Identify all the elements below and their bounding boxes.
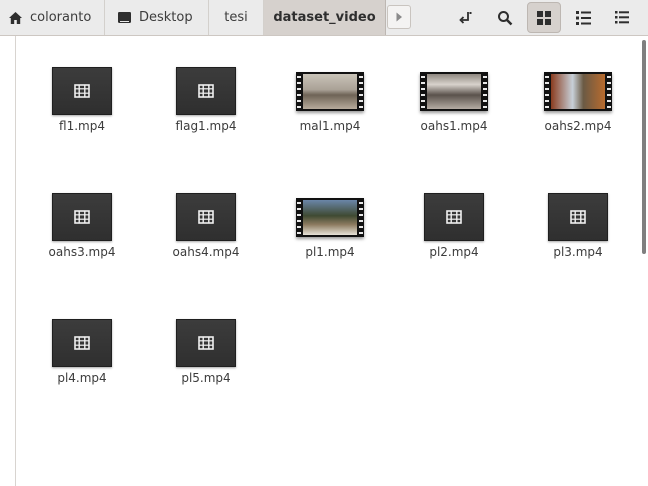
vertical-scrollbar[interactable] — [642, 40, 646, 254]
filmstrip-perforation — [421, 73, 425, 109]
filmstrip-perforation — [359, 73, 363, 109]
home-icon — [8, 11, 23, 25]
video-file-icon — [176, 193, 236, 241]
video-preview-thumbnail — [544, 71, 612, 111]
menu-button[interactable] — [605, 2, 639, 33]
filmstrip-perforation — [483, 73, 487, 109]
file-thumbnail — [399, 62, 509, 120]
file-thumbnail — [151, 314, 261, 372]
filmstrip-perforation — [607, 73, 611, 109]
file-item[interactable]: oahs3.mp4 — [27, 188, 137, 298]
video-file-icon — [424, 193, 484, 241]
film-icon — [198, 210, 214, 224]
film-icon — [446, 210, 462, 224]
filmstrip-perforation — [545, 73, 549, 109]
header-bar: coloranto Desktop tesi dataset_video — [0, 0, 648, 36]
file-item[interactable]: oahs4.mp4 — [151, 188, 261, 298]
video-file-icon — [176, 319, 236, 367]
breadcrumb-label: dataset_video — [273, 10, 376, 25]
breadcrumb-label: Desktop — [139, 10, 193, 25]
open-location-icon — [457, 10, 473, 26]
breadcrumb-forward-button[interactable] — [387, 5, 411, 29]
video-frame — [303, 199, 357, 235]
file-name: pl1.mp4 — [305, 245, 355, 259]
grid-view-icon — [537, 10, 551, 25]
filmstrip-perforation — [359, 199, 363, 235]
file-name: fl1.mp4 — [59, 119, 105, 133]
file-item[interactable]: pl4.mp4 — [27, 314, 137, 424]
list-view-icon — [575, 10, 591, 25]
film-icon — [198, 336, 214, 350]
breadcrumb-current-folder[interactable]: dataset_video — [264, 0, 386, 35]
video-file-icon — [52, 193, 112, 241]
video-frame — [427, 73, 481, 109]
open-location-button[interactable] — [448, 2, 482, 33]
file-thumbnail — [523, 62, 633, 120]
file-name: oahs2.mp4 — [544, 119, 612, 133]
file-thumbnail — [27, 188, 137, 246]
video-frame — [551, 73, 605, 109]
file-item[interactable]: pl3.mp4 — [523, 188, 633, 298]
video-preview-thumbnail — [296, 71, 364, 111]
file-name: pl5.mp4 — [181, 371, 231, 385]
film-icon — [74, 84, 90, 98]
file-item[interactable]: pl5.mp4 — [151, 314, 261, 424]
file-name: pl3.mp4 — [553, 245, 603, 259]
breadcrumb-label: tesi — [224, 10, 248, 25]
film-icon — [198, 84, 214, 98]
file-thumbnail — [523, 188, 633, 246]
file-item[interactable]: oahs2.mp4 — [523, 62, 633, 172]
grid-view-button[interactable] — [527, 2, 561, 33]
film-icon — [74, 336, 90, 350]
file-thumbnail — [275, 188, 385, 246]
search-icon — [497, 10, 513, 26]
video-file-icon — [548, 193, 608, 241]
file-item[interactable]: pl2.mp4 — [399, 188, 509, 298]
file-thumbnail — [151, 62, 261, 120]
video-file-icon — [52, 319, 112, 367]
file-name: oahs4.mp4 — [172, 245, 240, 259]
file-item[interactable]: pl1.mp4 — [275, 188, 385, 298]
file-thumbnail — [399, 188, 509, 246]
breadcrumb-desktop[interactable]: Desktop — [105, 0, 209, 35]
file-name: oahs3.mp4 — [48, 245, 116, 259]
file-item[interactable]: flag1.mp4 — [151, 62, 261, 172]
file-name: pl2.mp4 — [429, 245, 479, 259]
video-file-icon — [52, 67, 112, 115]
file-name: mal1.mp4 — [299, 119, 361, 133]
filmstrip-perforation — [297, 73, 301, 109]
file-name: oahs1.mp4 — [420, 119, 488, 133]
file-item[interactable]: fl1.mp4 — [27, 62, 137, 172]
chevron-right-icon — [395, 12, 403, 22]
file-thumbnail — [27, 62, 137, 120]
file-thumbnail — [151, 188, 261, 246]
file-thumbnail — [275, 62, 385, 120]
breadcrumb-label: coloranto — [30, 10, 92, 25]
filmstrip-perforation — [297, 199, 301, 235]
search-button[interactable] — [488, 2, 522, 33]
film-icon — [74, 210, 90, 224]
file-thumbnail — [27, 314, 137, 372]
film-icon — [570, 210, 586, 224]
video-preview-thumbnail — [420, 71, 488, 111]
breadcrumb-tesi[interactable]: tesi — [209, 0, 264, 35]
video-frame — [303, 73, 357, 109]
file-name: pl4.mp4 — [57, 371, 107, 385]
video-preview-thumbnail — [296, 197, 364, 237]
file-name: flag1.mp4 — [175, 119, 237, 133]
video-file-icon — [176, 67, 236, 115]
file-item[interactable]: mal1.mp4 — [275, 62, 385, 172]
desktop-icon — [117, 11, 132, 24]
menu-icon — [615, 11, 629, 24]
file-item[interactable]: oahs1.mp4 — [399, 62, 509, 172]
list-view-button[interactable] — [566, 2, 600, 33]
sidebar-divider — [15, 36, 16, 486]
breadcrumb-home[interactable]: coloranto — [0, 0, 105, 35]
